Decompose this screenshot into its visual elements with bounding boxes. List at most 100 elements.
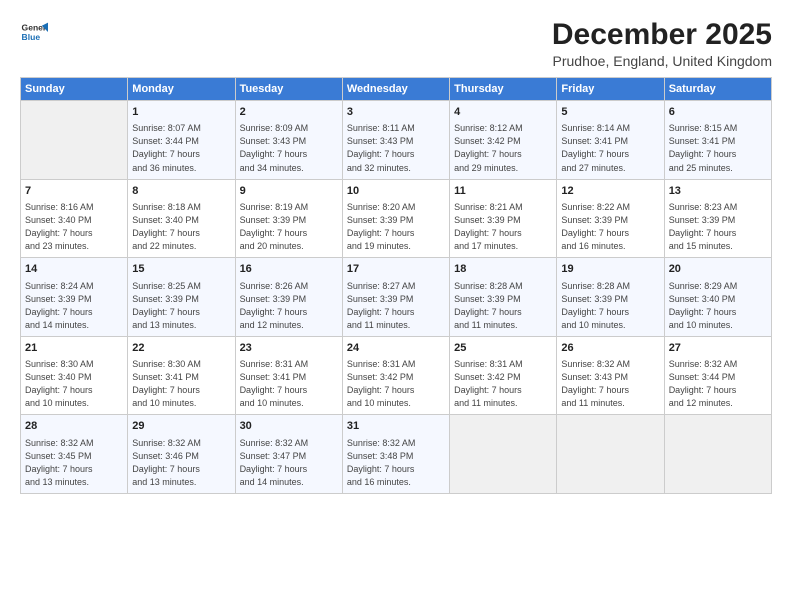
cell-content: Sunrise: 8:22 AM Sunset: 3:39 PM Dayligh…	[561, 201, 659, 253]
cell-content: Sunrise: 8:32 AM Sunset: 3:48 PM Dayligh…	[347, 437, 445, 489]
cell-content: Sunrise: 8:11 AM Sunset: 3:43 PM Dayligh…	[347, 122, 445, 174]
calendar-cell	[664, 415, 771, 494]
day-number: 1	[132, 105, 230, 120]
day-number: 12	[561, 184, 659, 199]
cell-content: Sunrise: 8:26 AM Sunset: 3:39 PM Dayligh…	[240, 280, 338, 332]
cell-content: Sunrise: 8:09 AM Sunset: 3:43 PM Dayligh…	[240, 122, 338, 174]
col-sunday: Sunday	[21, 78, 128, 101]
day-number: 28	[25, 419, 123, 434]
day-number: 21	[25, 341, 123, 356]
calendar-cell: 11Sunrise: 8:21 AM Sunset: 3:39 PM Dayli…	[450, 179, 557, 258]
col-thursday: Thursday	[450, 78, 557, 101]
day-number: 11	[454, 184, 552, 199]
day-number: 30	[240, 419, 338, 434]
day-number: 20	[669, 262, 767, 277]
calendar-page: General Blue December 2025 Prudhoe, Engl…	[0, 0, 792, 612]
calendar-cell: 21 Sunrise: 8:30 AM Sunset: 3:40 PM Dayli…	[21, 336, 128, 415]
cell-content: Sunrise: 8:25 AM Sunset: 3:39 PM Dayligh…	[132, 280, 230, 332]
cell-content: Sunrise: 8:32 AM Sunset: 3:47 PM Dayligh…	[240, 437, 338, 489]
calendar-cell	[21, 101, 128, 180]
calendar-cell: 1 Sunrise: 8:07 AM Sunset: 3:44 PM Daylig…	[128, 101, 235, 180]
calendar-cell: 10 Sunrise: 8:20 AM Sunset: 3:39 PM Dayli…	[342, 179, 449, 258]
calendar-cell: 19 Sunrise: 8:28 AM Sunset: 3:39 PM Dayli…	[557, 258, 664, 337]
day-number: 4	[454, 105, 552, 120]
cell-content: Sunrise: 8:31 AM Sunset: 3:41 PM Dayligh…	[240, 358, 338, 410]
cell-content: Sunrise: 8:20 AM Sunset: 3:39 PM Dayligh…	[347, 201, 445, 253]
cell-content: Sunrise: 8:30 AM Sunset: 3:40 PM Dayligh…	[25, 358, 123, 410]
calendar-cell: 29 Sunrise: 8:32 AM Sunset: 3:46 PM Dayli…	[128, 415, 235, 494]
calendar-cell: 28 Sunrise: 8:32 AM Sunset: 3:45 PM Dayli…	[21, 415, 128, 494]
cell-content: Sunrise: 8:18 AM Sunset: 3:40 PM Dayligh…	[132, 201, 230, 253]
col-friday: Friday	[557, 78, 664, 101]
calendar-cell	[450, 415, 557, 494]
title-section: December 2025 Prudhoe, England, United K…	[552, 18, 772, 69]
cell-content: Sunrise: 8:15 AM Sunset: 3:41 PM Dayligh…	[669, 122, 767, 174]
calendar-cell: 7 Sunrise: 8:16 AM Sunset: 3:40 PM Daylig…	[21, 179, 128, 258]
calendar-cell: 14Sunrise: 8:24 AM Sunset: 3:39 PM Dayli…	[21, 258, 128, 337]
calendar-cell: 20 Sunrise: 8:29 AM Sunset: 3:40 PM Dayli…	[664, 258, 771, 337]
calendar-cell: 30 Sunrise: 8:32 AM Sunset: 3:47 PM Dayli…	[235, 415, 342, 494]
svg-text:Blue: Blue	[22, 32, 41, 42]
day-number: 15	[132, 262, 230, 277]
cell-content: Sunrise: 8:31 AM Sunset: 3:42 PM Dayligh…	[454, 358, 552, 410]
cell-content: Sunrise: 8:12 AM Sunset: 3:42 PM Dayligh…	[454, 122, 552, 174]
cell-content: Sunrise: 8:28 AM Sunset: 3:39 PM Dayligh…	[454, 280, 552, 332]
day-number: 5	[561, 105, 659, 120]
calendar-week-1: 1 Sunrise: 8:07 AM Sunset: 3:44 PM Daylig…	[21, 101, 772, 180]
calendar-cell: 23 Sunrise: 8:31 AM Sunset: 3:41 PM Dayli…	[235, 336, 342, 415]
cell-content: Sunrise: 8:31 AM Sunset: 3:42 PM Dayligh…	[347, 358, 445, 410]
day-number: 13	[669, 184, 767, 199]
calendar-title: December 2025	[552, 18, 772, 51]
cell-content: Sunrise: 8:32 AM Sunset: 3:43 PM Dayligh…	[561, 358, 659, 410]
day-number: 7	[25, 184, 123, 199]
day-number: 6	[669, 105, 767, 120]
day-number: 19	[561, 262, 659, 277]
calendar-cell: 2 Sunrise: 8:09 AM Sunset: 3:43 PM Daylig…	[235, 101, 342, 180]
cell-content: Sunrise: 8:28 AM Sunset: 3:39 PM Dayligh…	[561, 280, 659, 332]
cell-content: Sunrise: 8:30 AM Sunset: 3:41 PM Dayligh…	[132, 358, 230, 410]
cell-content: Sunrise: 8:14 AM Sunset: 3:41 PM Dayligh…	[561, 122, 659, 174]
calendar-cell: 27Sunrise: 8:32 AM Sunset: 3:44 PM Dayli…	[664, 336, 771, 415]
day-number: 14	[25, 262, 123, 277]
logo: General Blue	[20, 18, 48, 46]
cell-content: Sunrise: 8:23 AM Sunset: 3:39 PM Dayligh…	[669, 201, 767, 253]
calendar-cell: 5 Sunrise: 8:14 AM Sunset: 3:41 PM Daylig…	[557, 101, 664, 180]
calendar-cell	[557, 415, 664, 494]
col-wednesday: Wednesday	[342, 78, 449, 101]
calendar-table: Sunday Monday Tuesday Wednesday Thursday…	[20, 77, 772, 494]
day-number: 31	[347, 419, 445, 434]
calendar-cell: 3Sunrise: 8:11 AM Sunset: 3:43 PM Daylig…	[342, 101, 449, 180]
header: General Blue December 2025 Prudhoe, Engl…	[20, 18, 772, 69]
day-number: 8	[132, 184, 230, 199]
calendar-week-2: 7 Sunrise: 8:16 AM Sunset: 3:40 PM Daylig…	[21, 179, 772, 258]
cell-content: Sunrise: 8:32 AM Sunset: 3:46 PM Dayligh…	[132, 437, 230, 489]
calendar-cell: 9 Sunrise: 8:19 AM Sunset: 3:39 PM Daylig…	[235, 179, 342, 258]
day-number: 29	[132, 419, 230, 434]
day-number: 16	[240, 262, 338, 277]
day-number: 10	[347, 184, 445, 199]
calendar-cell: 17Sunrise: 8:27 AM Sunset: 3:39 PM Dayli…	[342, 258, 449, 337]
cell-content: Sunrise: 8:07 AM Sunset: 3:44 PM Dayligh…	[132, 122, 230, 174]
calendar-cell: 15 Sunrise: 8:25 AM Sunset: 3:39 PM Dayli…	[128, 258, 235, 337]
logo-icon: General Blue	[20, 18, 48, 46]
cell-content: Sunrise: 8:16 AM Sunset: 3:40 PM Dayligh…	[25, 201, 123, 253]
day-number: 22	[132, 341, 230, 356]
cell-content: Sunrise: 8:32 AM Sunset: 3:45 PM Dayligh…	[25, 437, 123, 489]
cell-content: Sunrise: 8:19 AM Sunset: 3:39 PM Dayligh…	[240, 201, 338, 253]
col-tuesday: Tuesday	[235, 78, 342, 101]
calendar-cell: 22 Sunrise: 8:30 AM Sunset: 3:41 PM Dayli…	[128, 336, 235, 415]
day-number: 23	[240, 341, 338, 356]
calendar-cell: 25Sunrise: 8:31 AM Sunset: 3:42 PM Dayli…	[450, 336, 557, 415]
calendar-week-3: 14Sunrise: 8:24 AM Sunset: 3:39 PM Dayli…	[21, 258, 772, 337]
calendar-subtitle: Prudhoe, England, United Kingdom	[552, 53, 772, 69]
day-number: 9	[240, 184, 338, 199]
calendar-cell: 6 Sunrise: 8:15 AM Sunset: 3:41 PM Daylig…	[664, 101, 771, 180]
calendar-cell: 26Sunrise: 8:32 AM Sunset: 3:43 PM Dayli…	[557, 336, 664, 415]
cell-content: Sunrise: 8:29 AM Sunset: 3:40 PM Dayligh…	[669, 280, 767, 332]
day-number: 2	[240, 105, 338, 120]
calendar-week-5: 28 Sunrise: 8:32 AM Sunset: 3:45 PM Dayli…	[21, 415, 772, 494]
cell-content: Sunrise: 8:27 AM Sunset: 3:39 PM Dayligh…	[347, 280, 445, 332]
col-monday: Monday	[128, 78, 235, 101]
header-row: Sunday Monday Tuesday Wednesday Thursday…	[21, 78, 772, 101]
calendar-cell: 4 Sunrise: 8:12 AM Sunset: 3:42 PM Daylig…	[450, 101, 557, 180]
